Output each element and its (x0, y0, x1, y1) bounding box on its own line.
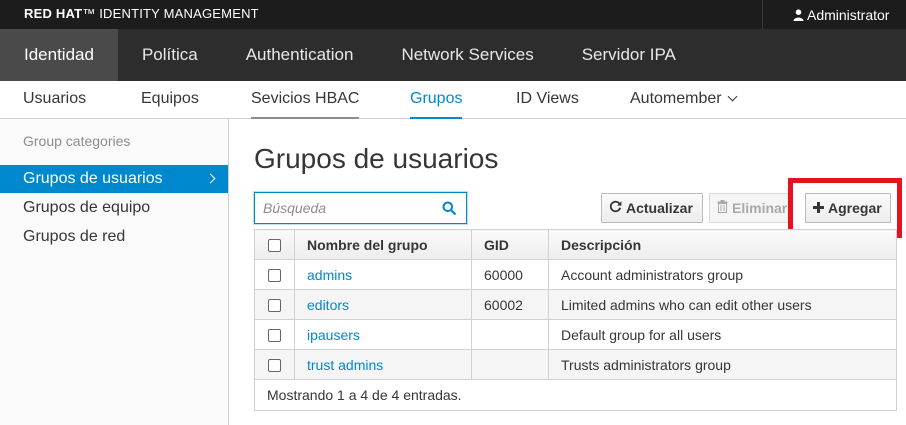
row-checkbox[interactable] (268, 269, 281, 283)
sidebar-heading: Group categories (23, 133, 131, 149)
refresh-button[interactable]: Actualizar (601, 193, 703, 223)
gid-cell: 60002 (471, 289, 549, 320)
group-name-cell: editors (294, 289, 472, 320)
table-row: admins 60000 Account administrators grou… (254, 259, 897, 290)
trash-icon (717, 200, 728, 216)
description-cell: Trusts administrators group (548, 349, 897, 380)
search-box (254, 192, 467, 224)
select-all-cell (254, 229, 295, 260)
user-name: Administrator (807, 6, 890, 23)
sidebar-item-grupos-de-usuarios[interactable]: Grupos de usuarios (0, 165, 228, 193)
brand-logo: RED HAT™ IDENTITY MANAGEMENT (24, 6, 259, 21)
subnav-automember-label: Automember (630, 90, 722, 107)
page-title: Grupos de usuarios (254, 143, 499, 174)
gid-cell: 60000 (471, 259, 549, 290)
sidebar-item-grupos-de-equipo[interactable]: Grupos de equipo (0, 194, 228, 222)
chevron-down-icon (727, 91, 738, 102)
groups-table: Nombre del grupo GID Descripción admins … (254, 229, 897, 411)
group-link[interactable]: editors (307, 297, 349, 313)
nav-identidad[interactable]: Identidad (0, 29, 118, 81)
nav-network-services[interactable]: Network Services (377, 29, 557, 81)
group-link[interactable]: ipausers (307, 327, 360, 343)
table-row: trust admins Trusts administrators group (254, 349, 897, 380)
sidebar-item-label: Grupos de usuarios (23, 170, 163, 187)
search-icon[interactable] (442, 201, 456, 218)
row-checkbox-cell (254, 349, 295, 380)
nav-servidor-ipa[interactable]: Servidor IPA (558, 29, 700, 81)
subnav-id-views[interactable]: ID Views (516, 81, 579, 119)
row-checkbox[interactable] (268, 299, 281, 313)
plus-icon (813, 200, 824, 216)
subnav-equipos[interactable]: Equipos (141, 81, 199, 119)
user-icon (793, 8, 804, 21)
subnav-usuarios[interactable]: Usuarios (23, 81, 86, 119)
column-header-gid[interactable]: GID (471, 229, 549, 260)
pagination-summary: Mostrando 1 a 4 de 4 entradas. (254, 379, 897, 411)
select-all-checkbox[interactable] (268, 239, 281, 253)
secondary-nav: Usuarios Equipos Sevicios HBAC Grupos ID… (0, 81, 906, 119)
subnav-servicios-hbac[interactable]: Sevicios HBAC (251, 81, 360, 119)
brand-bold: RED HAT (24, 6, 83, 21)
group-link[interactable]: admins (307, 267, 352, 283)
group-name-cell: admins (294, 259, 472, 290)
description-cell: Account administrators group (548, 259, 897, 290)
group-link[interactable]: trust admins (307, 357, 383, 373)
description-cell: Limited admins who can edit other users (548, 289, 897, 320)
column-header-description[interactable]: Descripción (548, 229, 897, 260)
refresh-icon (609, 200, 622, 216)
primary-nav: Identidad Política Authentication Networ… (0, 29, 906, 81)
row-checkbox-cell (254, 259, 295, 290)
user-menu[interactable]: Administrator (762, 0, 906, 29)
table-row: ipausers Default group for all users (254, 319, 897, 350)
row-checkbox[interactable] (268, 329, 281, 343)
masthead: RED HAT™ IDENTITY MANAGEMENT Administrat… (0, 0, 906, 29)
nav-authentication[interactable]: Authentication (222, 29, 378, 81)
gid-cell (471, 319, 549, 350)
delete-button[interactable]: Eliminar (709, 193, 791, 223)
add-button[interactable]: Agregar (805, 193, 891, 223)
group-name-cell: ipausers (294, 319, 472, 350)
description-cell: Default group for all users (548, 319, 897, 350)
search-input[interactable] (255, 193, 435, 223)
row-checkbox-cell (254, 319, 295, 350)
chevron-right-icon (205, 173, 216, 184)
add-button-label: Agregar (828, 200, 882, 216)
gid-cell (471, 349, 549, 380)
row-checkbox[interactable] (268, 359, 281, 373)
nav-politica[interactable]: Política (118, 29, 222, 81)
table-row: editors 60002 Limited admins who can edi… (254, 289, 897, 320)
delete-button-label: Eliminar (732, 200, 788, 216)
subnav-grupos[interactable]: Grupos (410, 81, 463, 119)
refresh-button-label: Actualizar (626, 200, 693, 216)
brand-name: IDENTITY MANAGEMENT (99, 6, 259, 21)
group-name-cell: trust admins (294, 349, 472, 380)
row-checkbox-cell (254, 289, 295, 320)
table-header-row: Nombre del grupo GID Descripción (254, 229, 897, 260)
sidebar-item-grupos-de-red[interactable]: Grupos de red (0, 223, 228, 251)
subnav-automember[interactable]: Automember (630, 81, 738, 119)
table-footer-row: Mostrando 1 a 4 de 4 entradas. (254, 379, 897, 411)
sidebar: Group categories Grupos de usuarios Grup… (0, 119, 229, 425)
column-header-name[interactable]: Nombre del grupo (294, 229, 472, 260)
